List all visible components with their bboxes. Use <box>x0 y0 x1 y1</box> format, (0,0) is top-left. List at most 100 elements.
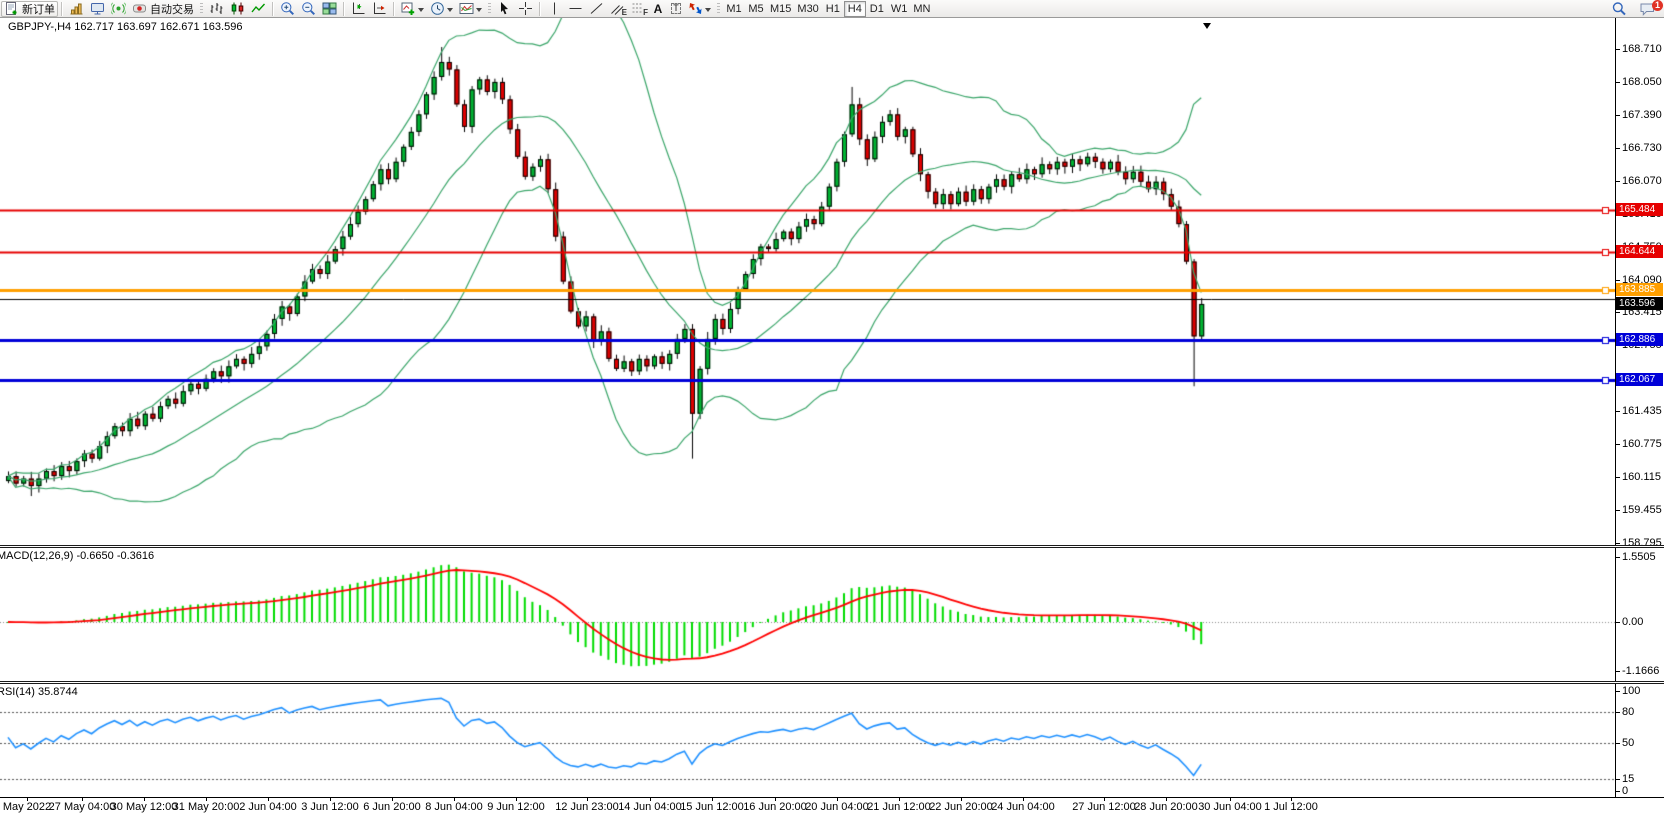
price-axis-tick <box>1616 312 1620 313</box>
line-chart-mode-button[interactable] <box>248 1 269 17</box>
bar-chart-mode-button[interactable] <box>206 1 227 17</box>
channel-letter: E <box>622 8 627 17</box>
time-axis-line[interactable] <box>0 797 1664 798</box>
timeframe-m1[interactable]: M1 <box>723 1 745 17</box>
search-button[interactable] <box>1608 1 1630 17</box>
tile-windows-button[interactable] <box>319 1 340 17</box>
time-axis-tick-label: 30 May 12:00 <box>111 801 178 813</box>
notifications-button[interactable]: 1 <box>1636 1 1659 17</box>
crosshair-icon <box>518 1 533 16</box>
rsi-axis-tick-label: 50 <box>1622 737 1634 749</box>
toolbar-separator <box>61 2 63 16</box>
terminal-button[interactable] <box>87 1 108 17</box>
dropdown-arrow-icon <box>705 8 711 15</box>
toolbar-grip[interactable] <box>488 3 491 15</box>
cursor-tool-button[interactable] <box>494 1 515 17</box>
indicators-button[interactable] <box>398 1 427 17</box>
vertical-line-icon <box>547 1 562 16</box>
price-axis-tick-label: 166.730 <box>1622 142 1662 154</box>
macd-axis-tick-label: 0.00 <box>1622 616 1643 628</box>
trendline-tool-button[interactable] <box>586 1 607 17</box>
timeframe-h4[interactable]: H4 <box>844 1 866 17</box>
chart-shift-marker[interactable] <box>1203 23 1211 33</box>
hline-price-flag[interactable]: 163.885 <box>1616 283 1663 296</box>
hline-price-flag[interactable]: 164.644 <box>1616 245 1663 258</box>
signals-button[interactable] <box>108 1 129 17</box>
mt4-window: 新订单 自动交易 <box>0 0 1664 819</box>
templates-button[interactable] <box>456 1 485 17</box>
price-axis-tick <box>1616 82 1620 83</box>
price-axis-tick-label: 160.115 <box>1622 471 1661 483</box>
chart-shift-button[interactable] <box>369 1 390 17</box>
rsi-canvas[interactable] <box>0 684 1615 797</box>
time-axis-tick-label: 9 Jun 12:00 <box>487 801 545 813</box>
arrows-tool-button[interactable] <box>685 1 714 17</box>
price-axis-tick-label: 166.070 <box>1622 175 1662 187</box>
candlestick-icon <box>230 1 245 16</box>
charts-profile-button[interactable] <box>66 1 87 17</box>
hline-price-flag[interactable]: 165.484 <box>1616 203 1663 216</box>
timeframe-w1[interactable]: W1 <box>888 1 911 17</box>
auto-scroll-button[interactable] <box>348 1 369 17</box>
price-axis-tick <box>1616 444 1620 445</box>
rsi-axis-tick <box>1616 779 1620 780</box>
text-label-icon: T <box>671 3 681 14</box>
timeframe-m30[interactable]: M30 <box>794 1 821 17</box>
time-axis-tick-label: 3 Jun 12:00 <box>301 801 359 813</box>
price-axis-tick <box>1616 280 1620 281</box>
time-axis-tick-label: 28 Jun 20:00 <box>1134 801 1198 813</box>
price-axis-tick <box>1616 510 1620 511</box>
cursor-icon <box>497 1 512 16</box>
hline-price-flag[interactable]: 162.067 <box>1616 373 1663 386</box>
fibonacci-letter: F <box>643 8 648 17</box>
dropdown-arrow-icon <box>418 8 424 15</box>
pane-divider[interactable] <box>0 545 1664 548</box>
timeframe-d1[interactable]: D1 <box>866 1 888 17</box>
toolbar-grip[interactable] <box>200 3 203 15</box>
zoom-in-button[interactable] <box>277 1 298 17</box>
time-axis-tick-label: 24 Jun 04:00 <box>991 801 1055 813</box>
autotrading-label: 自动交易 <box>150 1 194 17</box>
main-chart-canvas[interactable] <box>0 18 1615 545</box>
periods-button[interactable] <box>427 1 456 17</box>
toolbar-grip[interactable] <box>717 3 720 15</box>
price-axis-tick-label: 161.435 <box>1622 405 1662 417</box>
price-axis-tick-label: 168.050 <box>1622 76 1662 88</box>
price-axis-tick-label: 168.710 <box>1622 43 1662 55</box>
pane-divider[interactable] <box>0 681 1664 684</box>
timeframe-mn[interactable]: MN <box>910 1 933 17</box>
text-label-tool-button[interactable]: T <box>667 1 685 17</box>
timeframe-m5[interactable]: M5 <box>745 1 767 17</box>
dropdown-arrow-icon <box>447 8 453 15</box>
template-icon <box>459 1 474 16</box>
zoom-in-icon <box>280 1 295 16</box>
vertical-line-tool-button[interactable] <box>544 1 565 17</box>
new-order-icon <box>4 1 19 16</box>
timeframe-m15[interactable]: M15 <box>767 1 794 17</box>
rsi-axis-tick <box>1616 691 1620 692</box>
time-axis-tick-label: 31 May 20:00 <box>173 801 240 813</box>
chart-ohlc-title: GBPJPY-,H4 162.717 163.697 162.671 163.5… <box>8 21 242 33</box>
horizontal-line-tool-button[interactable] <box>565 1 586 17</box>
hline-price-flag[interactable]: 162.886 <box>1616 333 1663 346</box>
equidistant-channel-tool-button[interactable]: E <box>607 1 628 17</box>
time-axis-tick-label: 27 May 04:00 <box>49 801 116 813</box>
text-tool-button[interactable]: A <box>649 1 667 17</box>
autotrading-button[interactable]: 自动交易 <box>129 1 197 17</box>
timeframe-h1[interactable]: H1 <box>822 1 844 17</box>
time-axis-tick-label: 30 Jun 04:00 <box>1198 801 1262 813</box>
terminal-icon <box>90 1 105 16</box>
horizontal-line-icon <box>568 1 583 16</box>
candlestick-mode-button[interactable] <box>227 1 248 17</box>
fibonacci-tool-button[interactable]: F <box>628 1 649 17</box>
price-axis-tick <box>1616 115 1620 116</box>
rsi-axis-tick-label: 15 <box>1622 773 1634 785</box>
new-order-button[interactable]: 新订单 <box>1 1 58 17</box>
add-indicator-icon <box>401 1 416 16</box>
bar-chart-icon <box>209 1 224 16</box>
timeframe-group: M1M5M15M30H1H4D1W1MN <box>723 1 933 17</box>
toolbar-separator <box>343 2 345 16</box>
crosshair-tool-button[interactable] <box>515 1 536 17</box>
zoom-out-button[interactable] <box>298 1 319 17</box>
macd-canvas[interactable] <box>0 548 1615 681</box>
